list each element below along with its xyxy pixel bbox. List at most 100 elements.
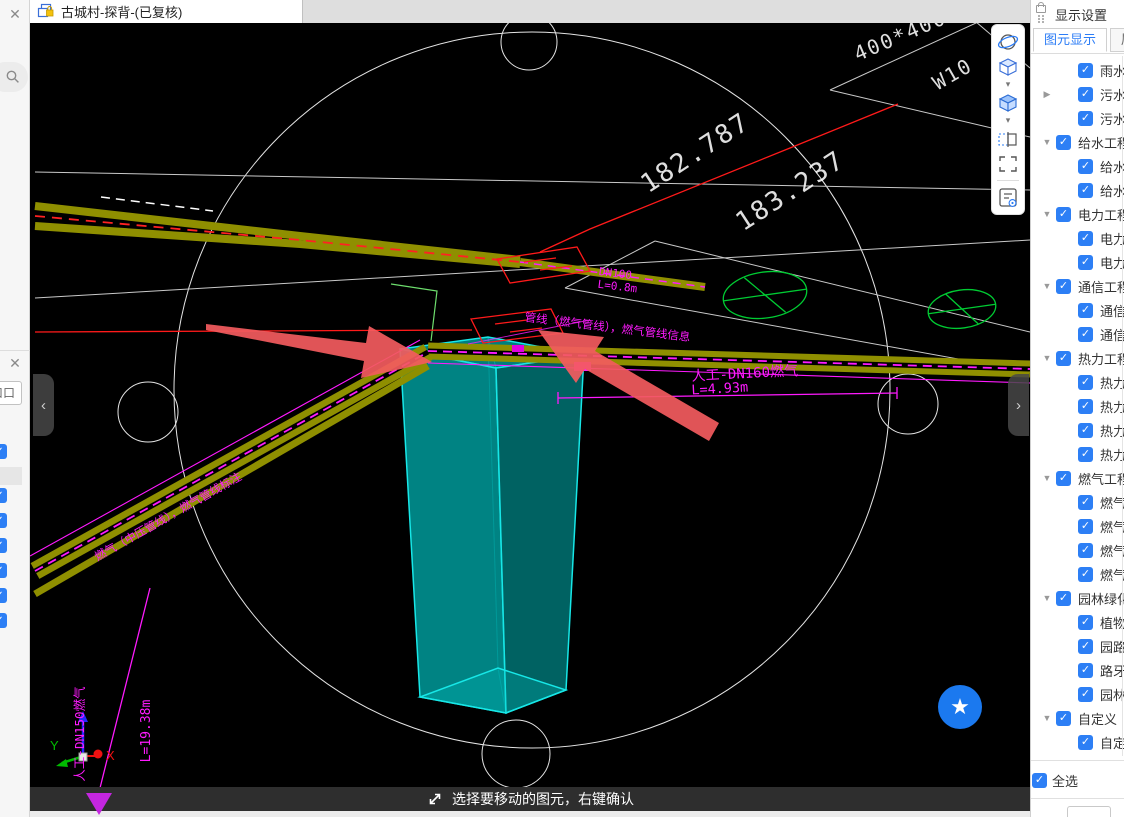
tree-row[interactable]: ▼ ✓ 园林绿化 (1031, 586, 1124, 610)
layer-checkbox[interactable]: ✓ (1056, 278, 1071, 294)
tree-row[interactable]: ✓ 热力井 (1031, 394, 1124, 418)
layer-checkbox[interactable]: ✓ (1078, 86, 1093, 102)
tree-row[interactable]: ▼ ✓ 通信工程 (1031, 274, 1124, 298)
tree-row[interactable]: ✓ 路牙石 (1031, 658, 1124, 682)
layer-checkbox[interactable]: ✓ (1056, 134, 1071, 150)
tree-row[interactable]: ✓ 污水管 (1031, 106, 1124, 130)
layer-checkbox[interactable]: ✓ (1078, 182, 1093, 198)
layer-checkbox[interactable]: ✓ (1078, 230, 1093, 246)
layer-checkbox[interactable]: ✓ (1078, 62, 1093, 78)
layer-checkbox[interactable]: ✓ (1078, 614, 1093, 630)
expand-arrow-icon[interactable]: ▶ (1040, 89, 1054, 100)
layer-checkbox[interactable]: ✓ (0, 488, 7, 503)
collapse-arrow-icon[interactable]: ▼ (1040, 593, 1054, 603)
collapse-arrow-icon[interactable]: ▼ (1040, 137, 1054, 147)
tab-properties[interactable]: 属性 (1110, 28, 1124, 52)
tree-row[interactable]: ▼ ✓ 热力工程 (1031, 346, 1124, 370)
layer-checkbox[interactable]: ✓ (0, 588, 7, 603)
zoom-extents-button[interactable] (992, 151, 1024, 176)
collapse-arrow-icon[interactable]: ▼ (1040, 473, 1054, 483)
collapse-right-handle[interactable]: › (1008, 374, 1029, 436)
layer-checkbox[interactable]: ✓ (1078, 734, 1093, 750)
tree-row[interactable]: ✓ 自定义 (1031, 730, 1124, 754)
tree-row[interactable]: ✓ 燃气附件 (1031, 538, 1124, 562)
select-all-row[interactable]: ✓ 全选 (1032, 771, 1078, 790)
tree-row[interactable]: ✓ 给水干管 (1031, 178, 1124, 202)
layer-checkbox[interactable]: ✓ (1078, 542, 1093, 558)
tree-row[interactable]: ✓ 园路铺装 (1031, 634, 1124, 658)
layer-checkbox[interactable]: ✓ (0, 613, 7, 628)
search-input[interactable] (0, 62, 28, 92)
strip-button[interactable]: 口口 (0, 381, 22, 405)
tree-row[interactable]: ✓ 植物配置 (1031, 610, 1124, 634)
layer-checkbox[interactable]: ✓ (0, 538, 7, 553)
layer-checkbox[interactable]: ✓ (1078, 518, 1093, 534)
close-icon[interactable]: ✕ (7, 6, 23, 22)
tree-row[interactable]: ✓ 燃气管沟 (1031, 562, 1124, 586)
close-icon[interactable]: ✕ (7, 355, 23, 371)
tree-row[interactable]: ✓ 园林小品 (1031, 682, 1124, 706)
tree-row[interactable]: ▼ ✓ 燃气工程 (1031, 466, 1124, 490)
layer-checkbox[interactable]: ✓ (1078, 302, 1093, 318)
layer-checkbox[interactable]: ✓ (1078, 686, 1093, 702)
collapse-arrow-icon[interactable]: ▼ (1040, 209, 1054, 219)
layer-checkbox[interactable]: ✓ (1056, 710, 1071, 726)
collapse-left-handle[interactable]: ‹ (33, 374, 54, 436)
collapse-arrow-icon[interactable]: ▼ (1040, 713, 1054, 723)
tree-row[interactable]: ✓ 电力排管 (1031, 226, 1124, 250)
panel-scrollbar[interactable] (1122, 56, 1123, 756)
layer-checkbox[interactable]: ✓ (1078, 638, 1093, 654)
layer-checkbox[interactable]: ✓ (1078, 110, 1093, 126)
tree-row[interactable]: ✓ 给水管线 (1031, 154, 1124, 178)
layer-checkbox[interactable]: ✓ (1078, 566, 1093, 582)
tree-row[interactable]: ✓ 热力管线 (1031, 370, 1124, 394)
panel-bottom-button[interactable] (1067, 806, 1111, 817)
collapse-arrow-icon[interactable]: ▼ (1040, 281, 1054, 291)
strip-selected-row[interactable] (0, 467, 22, 485)
tree-row[interactable]: ✓ 燃气井 (1031, 514, 1124, 538)
wireframe-view-button[interactable] (992, 54, 1024, 79)
layer-checkbox[interactable]: ✓ (1078, 326, 1093, 342)
green-survey-markers[interactable] (390, 266, 998, 342)
tree-row[interactable]: ▼ ✓ 电力工程 (1031, 202, 1124, 226)
caret-down-icon[interactable]: ▾ (1006, 79, 1011, 90)
section-view-button[interactable] (992, 126, 1024, 151)
layer-checkbox[interactable]: ✓ (1056, 350, 1071, 366)
tree-row[interactable]: ▼ ✓ 自定义 (1031, 706, 1124, 730)
tree-row[interactable]: ✓ 通信井 (1031, 322, 1124, 346)
layer-checkbox[interactable]: ✓ (1078, 446, 1093, 462)
layer-checkbox[interactable]: ✓ (0, 563, 7, 578)
layer-checkbox[interactable]: ✓ (0, 513, 7, 528)
caret-down-icon[interactable]: ▾ (1006, 115, 1011, 126)
tree-row[interactable]: ▼ ✓ 给水工程 (1031, 130, 1124, 154)
layer-checkbox[interactable]: ✓ (1078, 494, 1093, 510)
collapse-arrow-icon[interactable]: ▼ (1040, 353, 1054, 363)
layer-checkbox[interactable]: ✓ (1078, 254, 1093, 270)
tab-element-display[interactable]: 图元显示 (1033, 28, 1108, 52)
layer-checkbox[interactable]: ✓ (1078, 662, 1093, 678)
tree-row[interactable]: ✓ 热力管沟 (1031, 442, 1124, 466)
drawing-canvas[interactable]: X Y 182.787 183.237 400*400 W10 DN100 L=… (30, 23, 1030, 787)
layer-checkbox[interactable]: ✓ (1056, 206, 1071, 222)
tree-row[interactable]: ✓ 雨水口 (1031, 58, 1124, 82)
layer-checkbox[interactable]: ✓ (1056, 590, 1071, 606)
tree-row[interactable]: ✓ 电力井 (1031, 250, 1124, 274)
select-all-checkbox[interactable]: ✓ (1032, 773, 1047, 788)
hidden-elements-list-button[interactable] (992, 185, 1024, 210)
tree-row[interactable]: ✓ 燃气管线 (1031, 490, 1124, 514)
layer-checkbox[interactable]: ✓ (1078, 158, 1093, 174)
orbit-view-button[interactable] (992, 29, 1024, 54)
tree-row[interactable]: ✓ 通信排管 (1031, 298, 1124, 322)
tree-row[interactable]: ✓ 热力附件 (1031, 418, 1124, 442)
selected-3d-box[interactable] (399, 336, 585, 715)
tree-row[interactable]: ▶ ✓ 污水井 (1031, 82, 1124, 106)
layer-checkbox[interactable]: ✓ (1078, 374, 1093, 390)
layer-checkbox[interactable]: ✓ (1078, 422, 1093, 438)
layer-checkbox[interactable]: ✓ (1078, 398, 1093, 414)
layer-checkbox[interactable]: ✓ (0, 444, 7, 459)
favorite-fab-button[interactable]: ★ (938, 685, 982, 729)
drag-handle-icon[interactable] (1036, 2, 1046, 23)
layer-checkbox[interactable]: ✓ (1056, 470, 1071, 486)
shaded-view-button[interactable] (992, 90, 1024, 115)
document-tab[interactable]: 古城村-探背-(已复核) (30, 0, 303, 23)
